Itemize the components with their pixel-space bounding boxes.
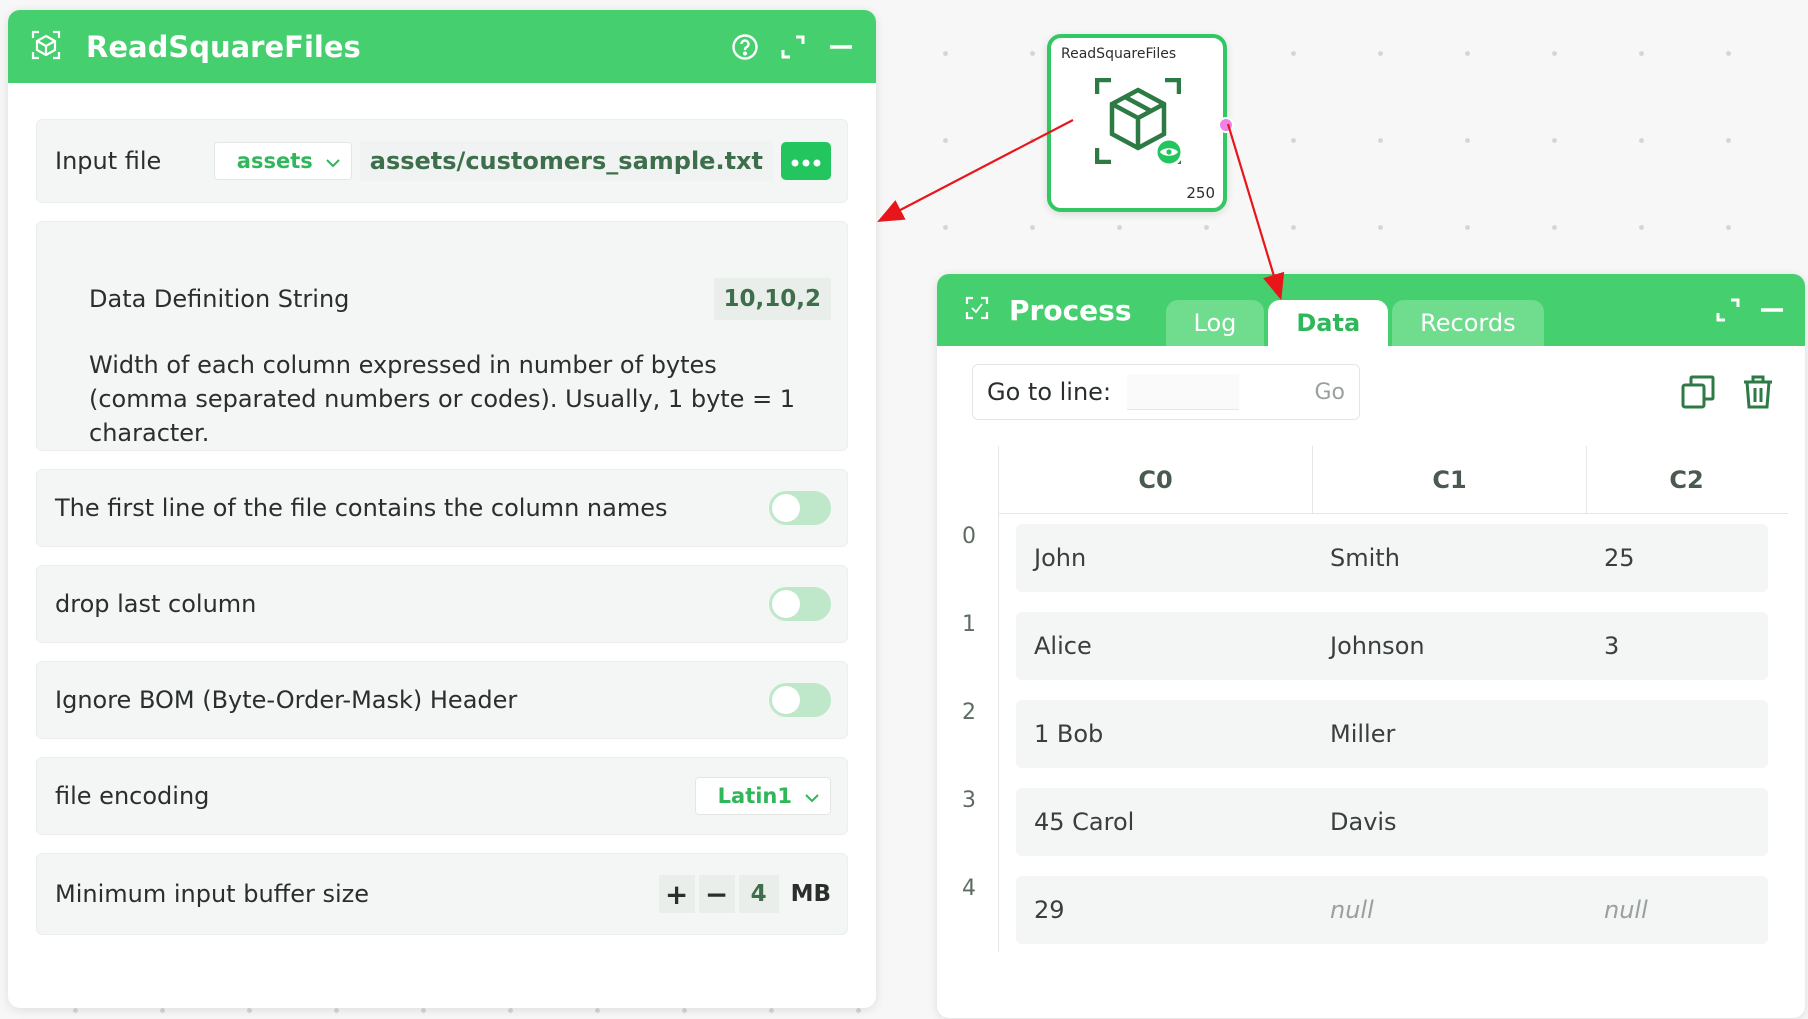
table-row-cells[interactable]: Alice Johnson 3 [1016, 612, 1768, 680]
table-cell-null: null [1604, 896, 1648, 924]
read-square-files-node[interactable]: ReadSquareFiles 250 [1047, 34, 1234, 212]
first-line-header-toggle[interactable] [769, 491, 831, 525]
increment-button[interactable]: + [658, 875, 695, 913]
table-row: 2 1 Bob Miller [954, 690, 1788, 778]
table-cell: 29 [1034, 896, 1065, 924]
table-row: 3 45 Carol Davis [954, 778, 1788, 866]
expand-icon[interactable] [1713, 295, 1743, 325]
minimize-icon[interactable] [1757, 295, 1787, 325]
node-record-count: 250 [1186, 184, 1215, 202]
file-source-select[interactable]: assets [213, 142, 352, 180]
node-title: ReadSquareFiles [1061, 46, 1177, 62]
arrow-to-config-panel [877, 119, 1074, 223]
data-table: C0 C1 C2 0 John Smith 25 1 Alice Johnson… [954, 446, 1788, 954]
buffer-size-unit: MB [790, 881, 831, 907]
process-panel-title: Process [1009, 293, 1132, 327]
table-cell: Alice [1034, 632, 1092, 660]
config-panel-header: ReadSquareFiles [8, 10, 876, 83]
table-cell: Miller [1330, 720, 1396, 748]
ignore-bom-label: Ignore BOM (Byte-Order-Mask) Header [55, 686, 518, 714]
table-row-cells[interactable]: John Smith 25 [1016, 524, 1768, 592]
table-cell: Johnson [1330, 632, 1425, 660]
drop-last-column-toggle[interactable] [769, 587, 831, 621]
node-output-port[interactable] [1218, 117, 1234, 133]
column-header-c1[interactable]: C1 [1312, 446, 1586, 513]
chevron-down-icon [804, 784, 820, 808]
config-panel-body: Input file assets assets/customers_sampl… [8, 83, 876, 935]
file-encoding-label: file encoding [55, 782, 210, 810]
data-definition-input[interactable]: 10,10,2 [713, 278, 831, 320]
process-panel: Process Log Data Records Go to line: Go [937, 274, 1805, 1018]
chevron-down-icon [325, 149, 341, 173]
buffer-size-stepper: + − 4 MB [658, 875, 831, 913]
arrow-to-data-tab [1226, 123, 1285, 301]
table-cell-null: null [1330, 896, 1374, 924]
process-tabs: Log Data Records [1165, 274, 1544, 346]
table-cell: Davis [1330, 808, 1397, 836]
file-encoding-row: file encoding Latin1 [36, 757, 848, 835]
goto-toolbar: Go to line: Go [937, 346, 1805, 420]
buffer-size-row: Minimum input buffer size + − 4 MB [36, 853, 848, 935]
input-file-row: Input file assets assets/customers_sampl… [36, 119, 848, 203]
data-definition-description: Width of each column expressed in number… [89, 351, 796, 447]
table-cell: Smith [1330, 544, 1400, 572]
tab-data[interactable]: Data [1268, 300, 1389, 346]
process-scan-icon [965, 296, 989, 324]
table-row-cells[interactable]: 1 Bob Miller [1016, 700, 1768, 768]
table-cell: 3 [1604, 632, 1620, 660]
read-square-files-icon [30, 29, 62, 65]
goto-line-box: Go to line: Go [972, 364, 1360, 420]
table-cell: 1 Bob [1034, 720, 1104, 748]
buffer-size-value[interactable]: 4 [738, 875, 779, 913]
help-icon[interactable] [730, 32, 760, 62]
goto-line-input[interactable] [1127, 374, 1240, 410]
data-definition-row: Data Definition String 10,10,2 Width of … [36, 221, 848, 451]
goto-line-label: Go to line: [987, 378, 1112, 406]
row-index: 4 [962, 876, 976, 901]
table-header: C0 C1 C2 [998, 446, 1788, 514]
input-file-label: Input file [55, 147, 162, 175]
table-row-cells[interactable]: 45 Carol Davis [1016, 788, 1768, 856]
tab-log[interactable]: Log [1165, 300, 1265, 346]
table-cell: 25 [1604, 544, 1635, 572]
row-index: 3 [962, 788, 976, 813]
table-row-cells[interactable]: 29 null null [1016, 876, 1768, 944]
more-dots-icon [791, 152, 821, 171]
row-index: 1 [962, 612, 976, 637]
drop-last-column-label: drop last column [55, 590, 257, 618]
node-cube-icon [1094, 77, 1184, 168]
table-row: 1 Alice Johnson 3 [954, 602, 1788, 690]
ignore-bom-row: Ignore BOM (Byte-Order-Mask) Header [36, 661, 848, 739]
file-encoding-value: Latin1 [717, 784, 792, 808]
input-file-path: assets/customers_sample.txt [359, 141, 773, 181]
copy-icon[interactable] [1679, 373, 1717, 411]
file-encoding-select[interactable]: Latin1 [694, 777, 831, 815]
table-row: 0 John Smith 25 [954, 514, 1788, 602]
table-cell: John [1034, 544, 1087, 572]
data-definition-label: Data Definition String [89, 285, 350, 313]
expand-icon[interactable] [778, 32, 808, 62]
minimize-icon[interactable] [826, 32, 856, 62]
column-header-c2[interactable]: C2 [1586, 446, 1786, 513]
first-line-header-label: The first line of the file contains the … [55, 494, 668, 522]
config-panel-title: ReadSquareFiles [86, 29, 361, 64]
table-row: 4 29 null null [954, 866, 1788, 954]
browse-file-button[interactable] [781, 142, 831, 180]
column-header-c0[interactable]: C0 [998, 446, 1312, 513]
decrement-button[interactable]: − [698, 875, 735, 913]
table-cell: 45 Carol [1034, 808, 1135, 836]
config-panel: ReadSquareFiles Input file assets assets… [8, 10, 876, 1008]
row-index: 2 [962, 700, 976, 725]
drop-last-column-row: drop last column [36, 565, 848, 643]
file-source-value: assets [236, 149, 313, 173]
buffer-size-label: Minimum input buffer size [55, 880, 369, 908]
ignore-bom-toggle[interactable] [769, 683, 831, 717]
trash-icon[interactable] [1739, 373, 1777, 411]
goto-button[interactable]: Go [1314, 380, 1345, 405]
tab-records[interactable]: Records [1392, 300, 1544, 346]
row-index: 0 [962, 524, 976, 549]
process-panel-header: Process Log Data Records [937, 274, 1805, 346]
first-line-header-row: The first line of the file contains the … [36, 469, 848, 547]
